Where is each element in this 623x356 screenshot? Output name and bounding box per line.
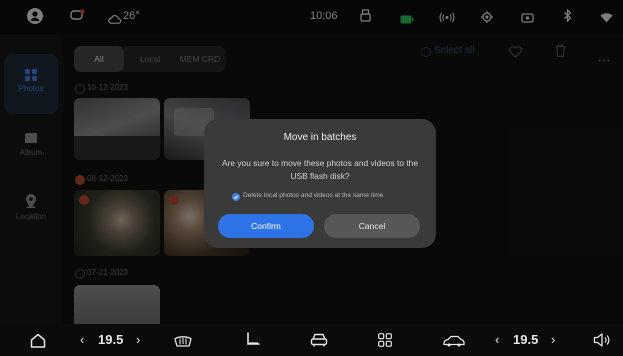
dialog-title: Move in batches: [283, 132, 357, 143]
home-icon[interactable]: [30, 333, 46, 353]
right-temp-increase-icon[interactable]: ›: [551, 332, 555, 347]
screen: 26° 10:06 Photos Album Location All Loca…: [0, 0, 623, 356]
delete-local-checkbox[interactable]: [232, 193, 240, 201]
confirm-button[interactable]: Confirm: [218, 214, 314, 238]
car-icon[interactable]: [310, 333, 328, 352]
defrost-icon[interactable]: [174, 333, 192, 352]
move-in-batches-dialog: Move in batches Are you sure to move the…: [204, 119, 436, 248]
dialog-message: Are you sure to move these photos and vi…: [221, 158, 418, 181]
left-temperature: 19.5: [98, 332, 124, 347]
left-temp-decrease-icon[interactable]: ‹: [80, 332, 84, 347]
vehicle-view-icon[interactable]: [443, 334, 465, 352]
seat-icon[interactable]: [245, 332, 260, 353]
bottom-control-bar: ‹ 19.5 › ‹ 19.5 ›: [0, 324, 623, 356]
right-temp-decrease-icon[interactable]: ‹: [495, 332, 499, 347]
volume-icon[interactable]: [593, 333, 610, 352]
left-temp-increase-icon[interactable]: ›: [136, 332, 140, 347]
cancel-button[interactable]: Cancel: [324, 214, 420, 238]
apps-grid-icon[interactable]: [378, 333, 392, 352]
right-temperature: 19.5: [513, 332, 539, 347]
delete-local-checkbox-label[interactable]: Delete local photos and videos at the sa…: [243, 192, 383, 199]
